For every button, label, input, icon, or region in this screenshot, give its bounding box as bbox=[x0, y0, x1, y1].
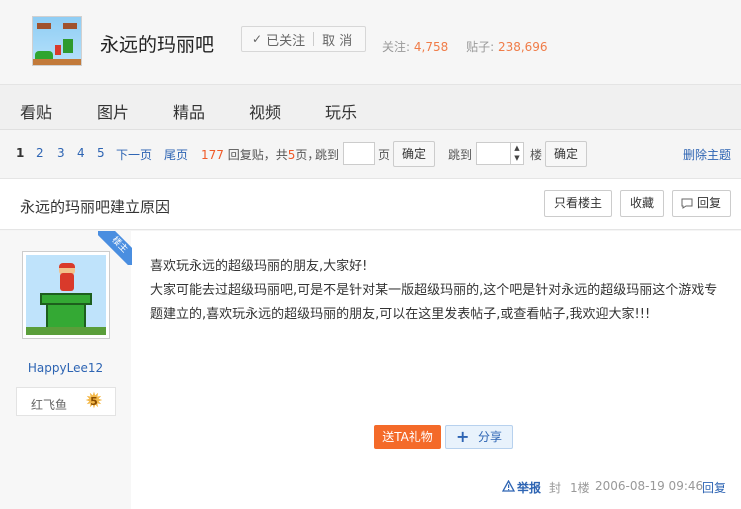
comment-icon bbox=[681, 198, 693, 209]
nav-item-featured[interactable]: 精品 bbox=[173, 99, 205, 123]
divider bbox=[313, 32, 315, 46]
post-line-2: 大家可能去过超级玛丽吧,可是不是针对某一版超级玛丽的,这个吧是针对永远的超级玛丽… bbox=[150, 283, 718, 322]
nav-item-videos[interactable]: 视频 bbox=[249, 99, 281, 123]
jump-floor-label: 跳到 bbox=[448, 148, 473, 162]
page-1: 1 bbox=[16, 146, 25, 160]
floor-number: 1楼 bbox=[570, 481, 590, 495]
jump-label: 跳到 bbox=[315, 148, 340, 162]
check-icon: ✓ bbox=[252, 32, 263, 46]
share-button[interactable]: + 分享 bbox=[445, 425, 513, 449]
next-page-link[interactable]: 下一页 bbox=[116, 146, 152, 163]
posts-label: 贴子: bbox=[466, 40, 495, 54]
jump-page-confirm-button[interactable]: 确定 bbox=[393, 141, 436, 167]
thread-title-bar: 永远的玛丽吧建立原因 只看楼主 收藏 回复 bbox=[0, 178, 741, 230]
post-content: 喜欢玩永远的超级玛丽的朋友,大家好! 大家可能去过超级玛丽吧,可是不是针对某一版… bbox=[150, 255, 730, 327]
posts-count: 238,696 bbox=[497, 40, 548, 54]
delete-topic-link[interactable]: 删除主题 bbox=[683, 146, 731, 163]
only-op-button[interactable]: 只看楼主 bbox=[544, 190, 613, 217]
reply-summary: 177 回复贴，共5页， bbox=[201, 146, 319, 163]
author-name[interactable]: HappyLee12 bbox=[0, 361, 131, 375]
jump-page-input[interactable] bbox=[343, 142, 375, 165]
post-line-1: 喜欢玩永远的超级玛丽的朋友,大家好! bbox=[150, 259, 368, 274]
collect-button[interactable]: 收藏 bbox=[620, 190, 665, 217]
forum-header: 永远的玛丽吧 ✓ 已关注 取 消 关注: 4,758 贴子: 238,696 bbox=[0, 0, 741, 84]
page-label: 页 bbox=[378, 148, 391, 162]
share-label: 分享 bbox=[478, 430, 503, 444]
followed-label: 已关注 bbox=[266, 33, 306, 49]
reply-count: 177 bbox=[201, 148, 224, 162]
followers-count: 4,758 bbox=[413, 40, 449, 54]
report-link[interactable]: 举报 bbox=[517, 479, 541, 496]
forum-logo[interactable] bbox=[32, 16, 82, 66]
pager-bar: 1 2 3 4 5 下一页 尾页 177 回复贴，共5页， 跳到 页 确定 跳到… bbox=[0, 130, 741, 178]
send-gift-button[interactable]: 送TA礼物 bbox=[374, 425, 441, 449]
page-5[interactable]: 5 bbox=[97, 146, 105, 160]
reply-button[interactable]: 回复 bbox=[672, 190, 732, 217]
post-floor-1: HappyLee12 红飞鱼 ✹ 5 楼主 喜欢玩永远的超级玛丽的朋友,大家好!… bbox=[0, 231, 741, 509]
followers-label: 关注: bbox=[382, 40, 411, 54]
reply-button-label: 回复 bbox=[697, 196, 722, 210]
forum-nav: 看贴 图片 精品 视频 玩乐 bbox=[0, 84, 741, 130]
author-panel: HappyLee12 红飞鱼 ✹ 5 bbox=[0, 231, 131, 509]
avatar[interactable] bbox=[22, 251, 110, 339]
nav-item-images[interactable]: 图片 bbox=[97, 99, 129, 123]
level-badge[interactable]: 红飞鱼 ✹ 5 bbox=[16, 387, 116, 416]
page-3[interactable]: 3 bbox=[57, 146, 65, 160]
forum-stats: 关注: 4,758 贴子: 238,696 bbox=[382, 38, 562, 55]
thread-title: 永远的玛丽吧建立原因 bbox=[20, 198, 171, 216]
page-4[interactable]: 4 bbox=[77, 146, 85, 160]
follow-button[interactable]: ✓ 已关注 取 消 bbox=[241, 26, 366, 52]
seal-link[interactable]: 封 bbox=[549, 479, 561, 496]
reply-label: 回复贴，共 bbox=[227, 148, 288, 162]
floor-label: 楼 bbox=[530, 148, 543, 162]
jump-floor-stepper[interactable]: ▲ ▼ bbox=[476, 142, 524, 165]
op-corner-badge: 楼主 bbox=[98, 231, 132, 265]
nav-item-fun[interactable]: 玩乐 bbox=[325, 99, 357, 123]
level-number: 5 bbox=[90, 395, 98, 408]
share-plus-icon: + bbox=[456, 427, 470, 446]
stepper-arrows-icon[interactable]: ▲ ▼ bbox=[510, 143, 523, 164]
jump-floor-confirm-button[interactable]: 确定 bbox=[545, 141, 588, 167]
page-2[interactable]: 2 bbox=[36, 146, 44, 160]
warning-icon bbox=[502, 480, 515, 492]
forum-name[interactable]: 永远的玛丽吧 bbox=[100, 30, 214, 57]
post-reply-link[interactable]: 回复 bbox=[702, 479, 726, 496]
last-page-link[interactable]: 尾页 bbox=[164, 146, 188, 163]
nav-item-posts[interactable]: 看贴 bbox=[20, 99, 52, 123]
post-time: 2006-08-19 09:46 bbox=[595, 479, 704, 493]
level-title: 红飞鱼 bbox=[31, 398, 68, 412]
unfollow-button[interactable]: 取 消 bbox=[322, 30, 352, 49]
